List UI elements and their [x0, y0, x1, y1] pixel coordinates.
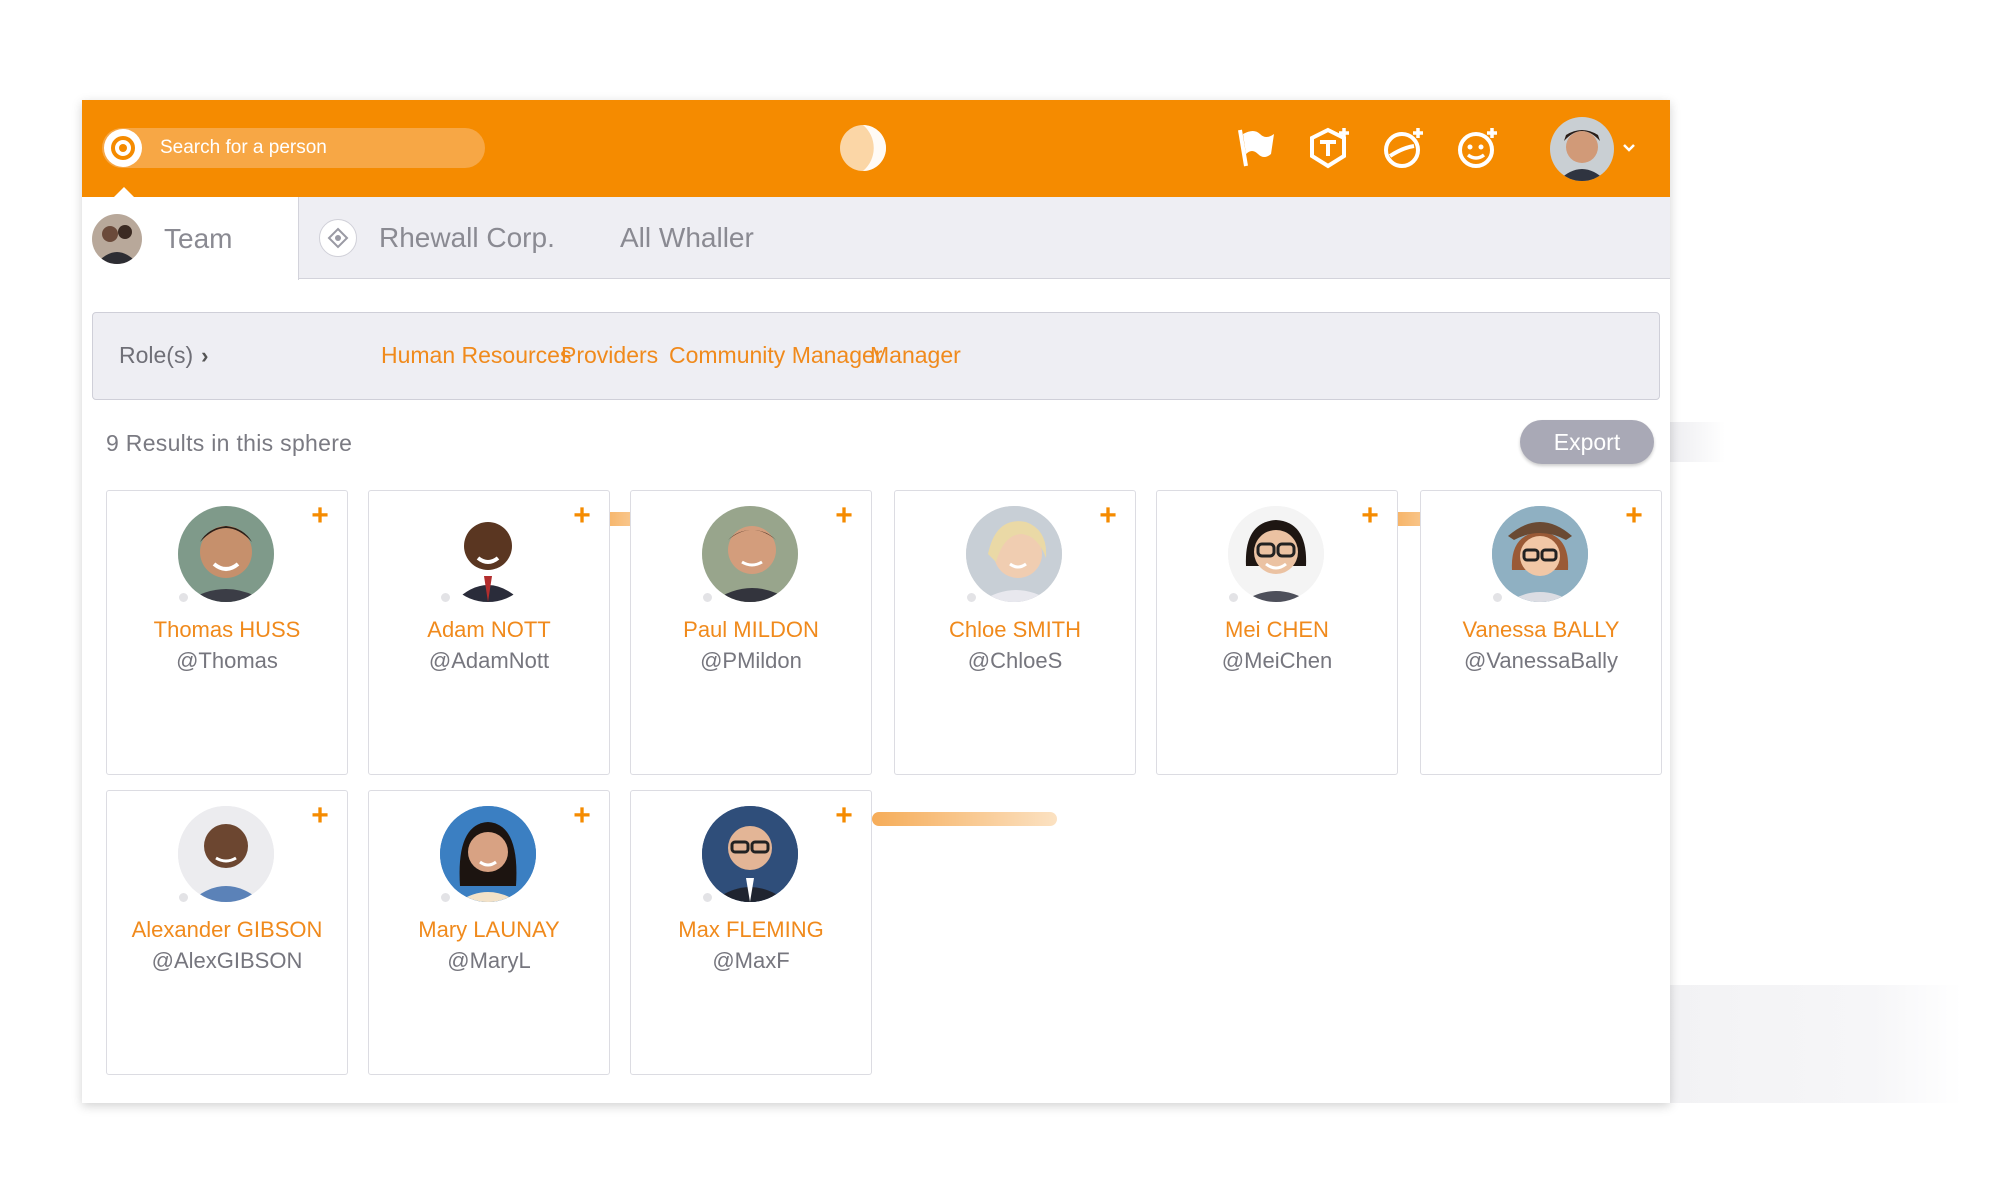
person-card[interactable]: + Adam NOTT @AdamNott — [368, 490, 610, 775]
avatar — [178, 806, 274, 902]
status-dot — [966, 592, 977, 603]
tab-all-whaller[interactable]: All Whaller — [620, 197, 754, 279]
status-dot — [702, 892, 713, 903]
status-dot — [178, 892, 189, 903]
chevron-down-icon — [1622, 140, 1636, 158]
add-contact-button[interactable]: + — [831, 801, 857, 831]
add-contact-button[interactable]: + — [307, 801, 333, 831]
person-card[interactable]: + Thomas HUSS @Thomas — [106, 490, 348, 775]
top-bar — [82, 100, 1670, 197]
person-name[interactable]: Max FLEMING — [631, 917, 871, 943]
person-name[interactable]: Thomas HUSS — [107, 617, 347, 643]
person-name[interactable]: Chloe SMITH — [895, 617, 1135, 643]
add-sphere-icon[interactable] — [1380, 124, 1428, 172]
add-contact-button[interactable]: + — [569, 801, 595, 831]
chevron-right-icon: › — [201, 342, 209, 368]
filter-community-manager[interactable]: Community Manager — [669, 342, 882, 369]
person-handle: @MaxF — [712, 948, 790, 973]
avatar — [178, 506, 274, 602]
add-contact-icon[interactable] — [1454, 124, 1502, 172]
app-window: Team Rhewall Corp. All Whaller Role(s) ›… — [82, 100, 1670, 1103]
role-filter-bar: Role(s) › Human Resources Providers Comm… — [92, 312, 1660, 400]
add-contact-button[interactable]: + — [1621, 501, 1647, 531]
person-card[interactable]: + Mary LAUNAY @MaryL — [368, 790, 610, 1075]
tab-rhewall-corp[interactable]: Rhewall Corp. — [319, 197, 555, 279]
user-menu[interactable] — [1550, 117, 1636, 181]
avatar — [440, 506, 536, 602]
status-dot — [1492, 592, 1503, 603]
add-contact-button[interactable]: + — [831, 501, 857, 531]
search-bar[interactable] — [102, 128, 485, 168]
add-contact-button[interactable]: + — [569, 501, 595, 531]
tab-team[interactable]: Team — [82, 187, 299, 280]
avatar — [1550, 117, 1614, 181]
avatar — [1492, 506, 1588, 602]
avatar — [966, 506, 1062, 602]
roles-toggle[interactable]: Role(s) › — [119, 342, 208, 369]
tab-label: Rhewall Corp. — [379, 222, 555, 253]
export-button[interactable]: Export — [1520, 420, 1654, 464]
person-name[interactable]: Adam NOTT — [369, 617, 609, 643]
avatar — [702, 806, 798, 902]
status-dot — [1228, 592, 1239, 603]
filter-manager[interactable]: Manager — [870, 342, 961, 369]
roles-label: Role(s) — [119, 342, 194, 368]
background-panel — [1662, 985, 1962, 1103]
team-avatar — [92, 213, 142, 264]
filter-human-resources[interactable]: Human Resources — [381, 342, 571, 369]
person-card[interactable]: + Paul MILDON @PMildon — [630, 490, 872, 775]
person-name[interactable]: Mary LAUNAY — [369, 917, 609, 943]
results-count: 9 Results in this sphere — [106, 430, 353, 456]
person-handle: @AdamNott — [428, 648, 550, 673]
sphere-tabs: Team Rhewall Corp. All Whaller — [82, 187, 1670, 280]
person-card[interactable]: + Max FLEMING @MaxF — [630, 790, 872, 1075]
person-handle: @VanessaBally — [1464, 648, 1618, 673]
avatar — [702, 506, 798, 602]
search-input[interactable] — [160, 137, 460, 159]
status-dot — [702, 592, 713, 603]
avatar — [440, 806, 536, 902]
status-dot — [440, 892, 451, 903]
person-name[interactable]: Mei CHEN — [1157, 617, 1397, 643]
person-card[interactable]: + Mei CHEN @MeiChen — [1156, 490, 1398, 775]
add-workspace-icon[interactable] — [1306, 124, 1354, 172]
avatar — [1228, 506, 1324, 602]
flag-icon[interactable] — [1232, 124, 1280, 172]
person-handle: @AlexGIBSON — [151, 948, 303, 973]
person-name[interactable]: Paul MILDON — [631, 617, 871, 643]
person-name[interactable]: Vanessa BALLY — [1421, 617, 1661, 643]
add-contact-button[interactable]: + — [1357, 501, 1383, 531]
person-handle: @MaryL — [447, 948, 531, 973]
whaller-logo-icon[interactable] — [838, 123, 888, 173]
add-contact-button[interactable]: + — [1095, 501, 1121, 531]
company-logo-icon — [319, 219, 357, 257]
person-handle: @PMildon — [700, 648, 802, 673]
filter-providers[interactable]: Providers — [561, 342, 658, 369]
search-icon — [104, 129, 142, 167]
person-card[interactable]: + Chloe SMITH @ChloeS — [894, 490, 1136, 775]
status-dot — [440, 592, 451, 603]
person-handle: @Thomas — [176, 648, 278, 673]
person-handle: @ChloeS — [967, 648, 1063, 673]
decorative-smear — [872, 812, 1057, 826]
person-name[interactable]: Alexander GIBSON — [107, 917, 347, 943]
add-contact-button[interactable]: + — [307, 501, 333, 531]
tab-label: All Whaller — [620, 222, 754, 253]
status-dot — [178, 592, 189, 603]
person-card[interactable]: + Vanessa BALLY @VanessaBally — [1420, 490, 1662, 775]
person-handle: @MeiChen — [1221, 648, 1333, 673]
person-card[interactable]: + Alexander GIBSON @AlexGIBSON — [106, 790, 348, 1075]
tab-label: Team — [164, 222, 233, 254]
